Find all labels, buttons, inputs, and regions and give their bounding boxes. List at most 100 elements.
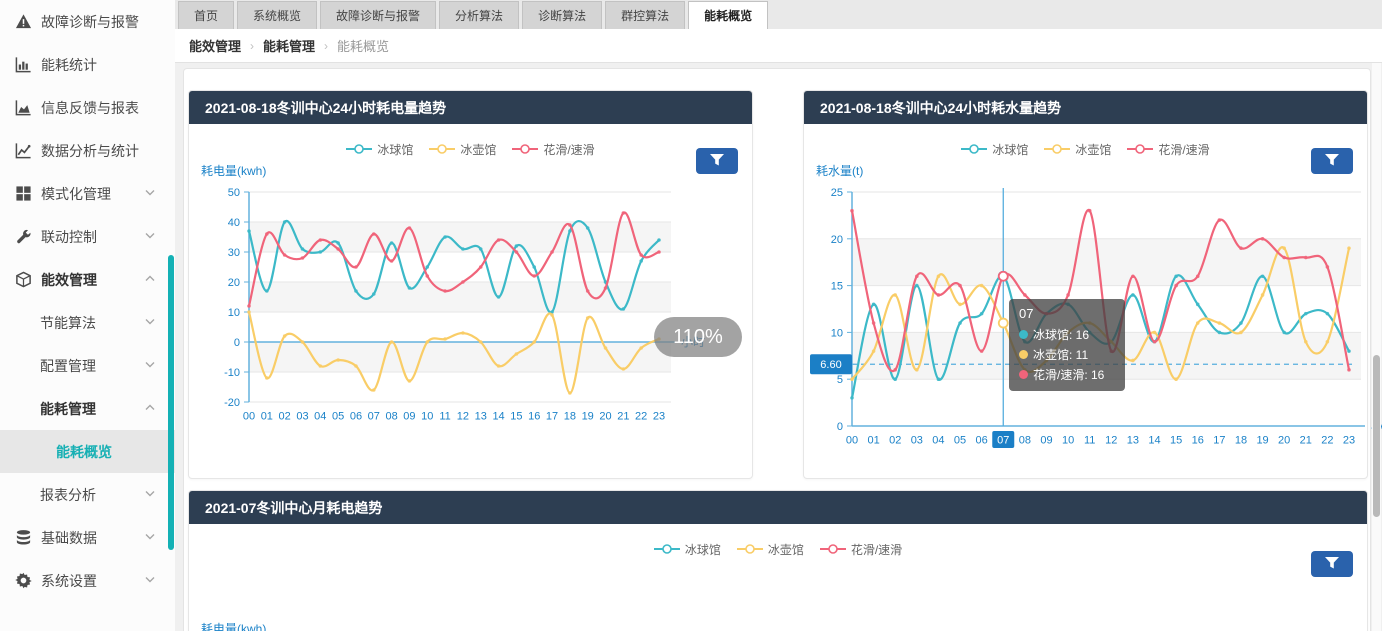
funnel-icon xyxy=(1324,556,1340,573)
hover-point xyxy=(999,272,1008,281)
data-point xyxy=(1131,359,1135,363)
chevron-up-icon xyxy=(145,274,155,285)
legend-item[interactable]: 冰球馆 xyxy=(654,541,721,558)
sidebar-item[interactable]: 报表分析 xyxy=(0,473,175,516)
sidebar-item[interactable]: 能耗概览 xyxy=(0,430,175,473)
sidebar-item[interactable]: 能耗管理 xyxy=(0,387,175,430)
data-point xyxy=(497,295,501,299)
data-point xyxy=(479,247,483,251)
sidebar-item[interactable]: 能效管理 xyxy=(0,258,175,301)
sidebar-item-label: 模式化管理 xyxy=(41,184,111,204)
legend-label: 花滑/速滑 xyxy=(851,541,902,558)
tab[interactable]: 诊断算法 xyxy=(522,1,602,29)
legend-item[interactable]: 花滑/速滑 xyxy=(820,541,902,558)
data-point xyxy=(1196,303,1200,307)
data-point xyxy=(301,340,305,344)
data-point xyxy=(265,289,269,293)
data-point xyxy=(958,284,962,288)
sidebar-nav: 故障诊断与报警能耗统计信息反馈与报表数据分析与统计模式化管理联动控制能效管理节能… xyxy=(0,0,175,631)
x-axis-tick-label: 01 xyxy=(867,435,879,447)
data-point xyxy=(443,337,447,341)
x-axis-tick-label: 14 xyxy=(1148,435,1160,447)
legend-marker-icon xyxy=(654,543,680,555)
chart-legend: 冰球馆冰壶馆花滑/速滑 xyxy=(189,137,752,161)
sidebar-scrollbar-thumb[interactable] xyxy=(168,255,174,550)
sidebar-item[interactable]: 故障诊断与报警 xyxy=(0,0,175,43)
data-point xyxy=(283,220,287,224)
x-axis-tick-label: 04 xyxy=(932,435,944,447)
data-point xyxy=(1326,340,1330,344)
sidebar-item[interactable]: 信息反馈与报表 xyxy=(0,86,175,129)
data-point xyxy=(915,284,919,288)
data-point xyxy=(443,235,447,239)
data-point xyxy=(283,253,287,257)
data-point xyxy=(461,280,465,284)
tab[interactable]: 能耗概览 xyxy=(688,1,768,29)
x-axis-tick-label: 08 xyxy=(385,411,397,423)
sidebar-item-label: 配置管理 xyxy=(40,356,96,376)
tab[interactable]: 故障诊断与报警 xyxy=(320,1,436,29)
tab[interactable]: 分析算法 xyxy=(439,1,519,29)
legend-item[interactable]: 花滑/速滑 xyxy=(1127,141,1209,158)
filter-button[interactable] xyxy=(1311,148,1353,174)
data-point xyxy=(1045,312,1049,316)
y-axis-tick-label: 0 xyxy=(234,337,240,349)
sidebar-item[interactable]: 联动控制 xyxy=(0,215,175,258)
panel-title: 2021-07冬训中心月耗电趋势 xyxy=(189,491,1367,524)
breadcrumb-item[interactable]: 能耗管理 xyxy=(263,36,315,55)
tab[interactable]: 群控算法 xyxy=(605,1,685,29)
panel-power-24h: 2021-08-18冬训中心24小时耗电量趋势 冰球馆冰壶馆花滑/速滑 -20-… xyxy=(188,90,753,479)
legend-item[interactable]: 冰壶馆 xyxy=(429,141,496,158)
page-scrollbar[interactable] xyxy=(1372,63,1381,631)
filter-button[interactable] xyxy=(696,148,738,174)
data-point xyxy=(1282,256,1286,260)
y-axis-name: 耗水量(t) xyxy=(816,164,863,178)
sidebar-item[interactable]: 基础数据 xyxy=(0,516,175,559)
tab[interactable]: 系统概览 xyxy=(237,1,317,29)
sidebar-item[interactable]: 系统设置 xyxy=(0,559,175,602)
x-axis-tick-label: 22 xyxy=(635,411,647,423)
filter-button[interactable] xyxy=(1311,551,1353,577)
sidebar-item[interactable]: 配置管理 xyxy=(0,344,175,387)
data-point xyxy=(1304,340,1308,344)
x-axis-tick-label: 19 xyxy=(1256,435,1268,447)
gear-icon xyxy=(15,572,32,589)
x-axis-tick-label: 06 xyxy=(976,435,988,447)
legend-marker-icon xyxy=(346,143,372,155)
legend-item[interactable]: 冰壶馆 xyxy=(1044,141,1111,158)
data-point xyxy=(915,274,919,278)
x-axis-tick-label: 13 xyxy=(1127,435,1139,447)
sidebar-item[interactable]: 能耗统计 xyxy=(0,43,175,86)
data-point xyxy=(1023,368,1027,372)
sidebar-item[interactable]: 模式化管理 xyxy=(0,172,175,215)
legend-label: 冰壶馆 xyxy=(1075,141,1111,158)
data-point xyxy=(461,331,465,335)
data-point xyxy=(532,265,536,269)
legend-item[interactable]: 花滑/速滑 xyxy=(512,141,594,158)
x-axis-tick-label: 00 xyxy=(846,435,858,447)
data-point xyxy=(1131,293,1135,297)
legend-item[interactable]: 冰球馆 xyxy=(346,141,413,158)
sidebar-item-label: 能耗概览 xyxy=(56,442,112,462)
data-point xyxy=(1066,303,1070,307)
breadcrumb-item[interactable]: 能效管理 xyxy=(189,36,241,55)
alarm-warning-icon xyxy=(15,13,32,30)
data-point xyxy=(1153,331,1157,335)
y-axis-tick-label: 50 xyxy=(228,187,240,199)
breadcrumb-item: 能耗概览 xyxy=(337,36,389,55)
tab[interactable]: 首页 xyxy=(178,1,234,29)
legend-item[interactable]: 冰壶馆 xyxy=(737,541,804,558)
legend-item[interactable]: 冰球馆 xyxy=(961,141,1028,158)
sidebar-item[interactable]: 节能算法 xyxy=(0,301,175,344)
x-axis-tick-label: 07 xyxy=(997,435,1009,447)
power-24h-chart[interactable]: -20-1001020304050小时000102030405060708091… xyxy=(189,161,752,461)
page-scrollbar-thumb[interactable] xyxy=(1373,355,1380,517)
sidebar-item[interactable]: 数据分析与统计 xyxy=(0,129,175,172)
data-point xyxy=(319,250,323,254)
data-point xyxy=(893,293,897,297)
data-point xyxy=(336,358,340,362)
legend-label: 冰壶馆 xyxy=(768,541,804,558)
water-24h-chart[interactable]: 0510152025小时0001020304050607080910111213… xyxy=(804,161,1367,461)
data-point xyxy=(1282,331,1286,335)
sidebar-item-label: 节能算法 xyxy=(40,313,96,333)
